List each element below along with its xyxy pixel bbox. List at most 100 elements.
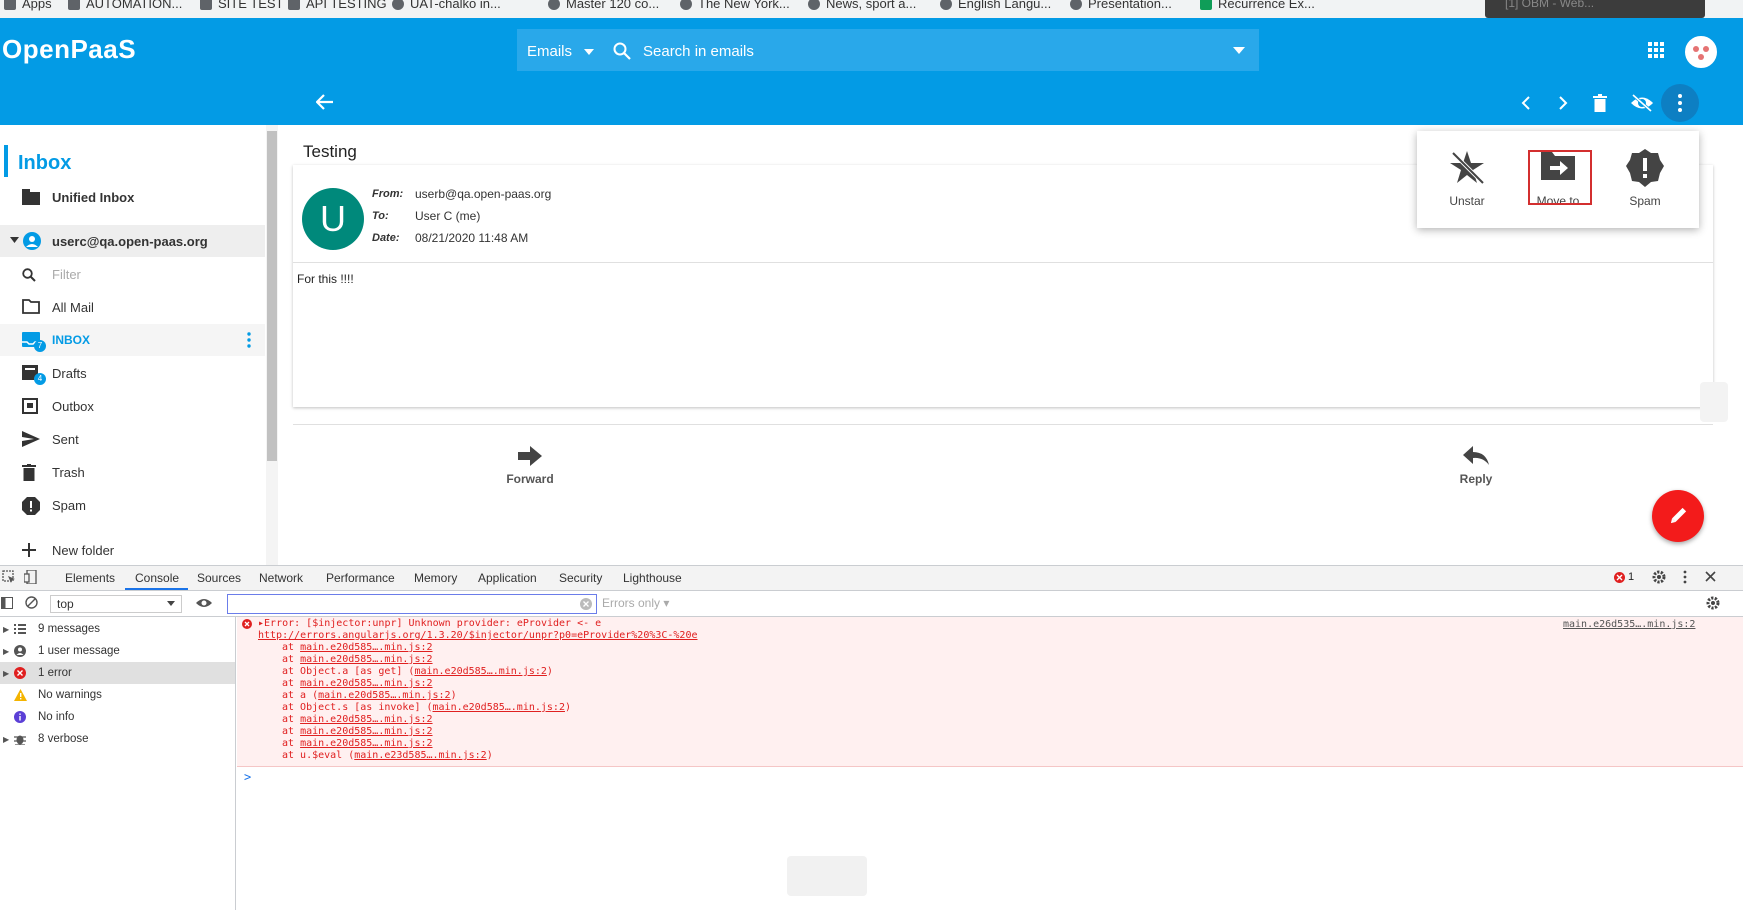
date-value: 08/21/2020 11:48 AM (415, 231, 529, 245)
mail-subject: Testing (303, 142, 357, 161)
new-folder-button[interactable]: New folder (0, 534, 265, 566)
apps-grid-icon[interactable] (1648, 42, 1664, 58)
search-options-icon[interactable] (1233, 47, 1245, 54)
from-value[interactable]: userb@qa.open-paas.org (415, 187, 551, 201)
sidebar-item-sent[interactable]: Sent (0, 423, 265, 455)
clear-filter-icon[interactable] (580, 598, 592, 610)
devtools-tab-memory[interactable]: Memory (414, 571, 457, 585)
console-settings-icon[interactable] (1706, 596, 1720, 610)
menu-item-spam[interactable]: Spam (1610, 131, 1680, 228)
sidebar-scrollbar-thumb[interactable] (267, 131, 277, 461)
live-expression-eye-icon[interactable] (196, 598, 212, 608)
search-input[interactable]: Search in emails (643, 43, 754, 60)
error-source-link[interactable]: main.e26d535….min.js:2 (1563, 619, 1695, 630)
folder-menu-icon[interactable] (247, 332, 251, 348)
devtools-tab-network[interactable]: Network (259, 571, 303, 585)
compose-button[interactable] (1652, 490, 1704, 542)
stack-frame-link[interactable]: main.e20d585….min.js:2 (300, 726, 432, 737)
sidebar-toggle-icon[interactable] (1, 597, 13, 609)
side-handle[interactable] (1700, 382, 1728, 422)
caret-down-icon[interactable] (584, 49, 594, 55)
next-icon[interactable] (1558, 96, 1568, 110)
folder-filter[interactable]: Filter (0, 258, 265, 290)
devtools-tab-application[interactable]: Application (478, 571, 537, 585)
devtools-tab-sources[interactable]: Sources (197, 571, 241, 585)
search-scope-select[interactable]: Emails (527, 43, 572, 60)
bookmark-uat[interactable]: UAT-chalko in... (392, 0, 501, 11)
bookmark-nyt[interactable]: The New York... (680, 0, 790, 11)
stack-frame-link[interactable]: main.e20d585….min.js:2 (300, 654, 432, 665)
openpaas-logo[interactable]: OpenPaaS (2, 34, 136, 65)
bookmark-site-test[interactable]: SITE TEST (200, 0, 284, 11)
console-group-errors[interactable]: ▶ 1 error (0, 662, 235, 684)
actions-divider (293, 424, 1713, 425)
settings-gear-icon[interactable] (1652, 570, 1666, 584)
bookmark-api-testing[interactable]: API TESTING (288, 0, 387, 11)
console-prompt[interactable]: > (244, 770, 251, 784)
stack-frame-link[interactable]: main.e20d585….min.js:2 (414, 666, 546, 677)
sidebar-item-unified-inbox[interactable]: Unified Inbox (0, 181, 265, 213)
stack-frame: at main.e20d585….min.js:2 (282, 714, 433, 725)
stack-frame-link[interactable]: main.e20d585….min.js:2 (433, 702, 565, 713)
console-group-info[interactable]: No info (0, 706, 235, 728)
devtools-menu-icon[interactable] (1683, 570, 1687, 584)
back-arrow-icon[interactable] (316, 94, 334, 110)
folder-icon (200, 0, 212, 10)
stack-frame-link[interactable]: main.e20d585….min.js:2 (318, 690, 450, 701)
sidebar-item-all-mail[interactable]: All Mail (0, 291, 265, 323)
devtools-tab-security[interactable]: Security (559, 571, 602, 585)
bookmark-english[interactable]: English Langu... (940, 0, 1051, 11)
devtools-tab-console[interactable]: Console (135, 571, 179, 585)
user-avatar[interactable] (1685, 36, 1717, 68)
stack-frame-link[interactable]: main.e20d585….min.js:2 (300, 738, 432, 749)
sidebar-item-drafts[interactable]: 4 Drafts (0, 357, 265, 389)
stack-frame-link[interactable]: main.e20d585….min.js:2 (300, 714, 432, 725)
bookmark-news[interactable]: News, sport a... (808, 0, 916, 11)
sidebar-item-trash[interactable]: Trash (0, 456, 265, 488)
devtools-tab-lighthouse[interactable]: Lighthouse (623, 571, 682, 585)
bookmark-master[interactable]: Master 120 co... (548, 0, 659, 11)
bookmark-presentation[interactable]: Presentation... (1070, 0, 1172, 11)
bookmark-apps[interactable]: Apps (4, 0, 52, 11)
error-doc-link[interactable]: http://errors.angularjs.org/1.3.20/$inje… (258, 630, 698, 641)
sender-avatar[interactable]: U (302, 188, 364, 250)
forward-button[interactable]: Forward (500, 446, 560, 486)
console-group-messages[interactable]: ▶ 9 messages (0, 618, 235, 640)
bookmark-recurrence[interactable]: Recurrence Ex... (1200, 0, 1315, 11)
inspect-icon[interactable] (2, 570, 16, 584)
mark-unread-icon[interactable] (1630, 94, 1654, 112)
console-group-verbose[interactable]: ▶ 8 verbose (0, 728, 235, 750)
log-levels-select[interactable]: Errors only ▾ (602, 596, 669, 610)
active-tab-underline (125, 588, 188, 590)
close-icon[interactable] (1705, 571, 1716, 582)
pencil-icon (1670, 507, 1687, 524)
more-options-button[interactable] (1661, 84, 1699, 122)
previous-icon[interactable] (1521, 96, 1531, 110)
stack-frame-link[interactable]: main.e20d585….min.js:2 (300, 678, 432, 689)
delete-icon[interactable] (1593, 94, 1607, 112)
console-group-user-messages[interactable]: ▶ 1 user message (0, 640, 235, 662)
sidebar-item-spam[interactable]: Spam (0, 489, 265, 521)
error-counter[interactable]: 1 (1614, 571, 1634, 583)
devtools-tab-performance[interactable]: Performance (326, 571, 395, 585)
sidebar-item-outbox[interactable]: Outbox (0, 390, 265, 422)
caret-down-icon[interactable] (10, 237, 19, 243)
devtools-tab-elements[interactable]: Elements (65, 571, 115, 585)
console-group-warnings[interactable]: No warnings (0, 684, 235, 706)
menu-item-unstar[interactable]: Unstar (1432, 131, 1502, 228)
context-select[interactable]: top (50, 595, 182, 613)
clear-console-icon[interactable] (25, 596, 38, 609)
stack-frame-link[interactable]: main.e20d585….min.js:2 (300, 642, 432, 653)
reply-button[interactable]: Reply (1446, 446, 1506, 486)
sidebar-title[interactable]: Inbox (18, 152, 71, 175)
sidebar-account[interactable]: userc@qa.open-paas.org (0, 225, 265, 257)
stack-frame: at u.$eval (main.e23d585….min.js:2) (282, 750, 493, 761)
stack-frame-link[interactable]: main.e23d585….min.js:2 (354, 750, 486, 761)
bookmark-automation[interactable]: AUTOMATION... (68, 0, 182, 11)
sidebar-item-inbox[interactable]: 7 INBOX (0, 324, 265, 356)
error-expand-toggle[interactable]: ▸Error: [$injector:unpr] Unknown provide… (258, 618, 601, 629)
move-to-highlight (1528, 150, 1592, 205)
console-filter-input[interactable] (227, 594, 597, 614)
to-value[interactable]: User C (me) (415, 209, 480, 223)
device-toolbar-icon[interactable] (24, 570, 38, 584)
